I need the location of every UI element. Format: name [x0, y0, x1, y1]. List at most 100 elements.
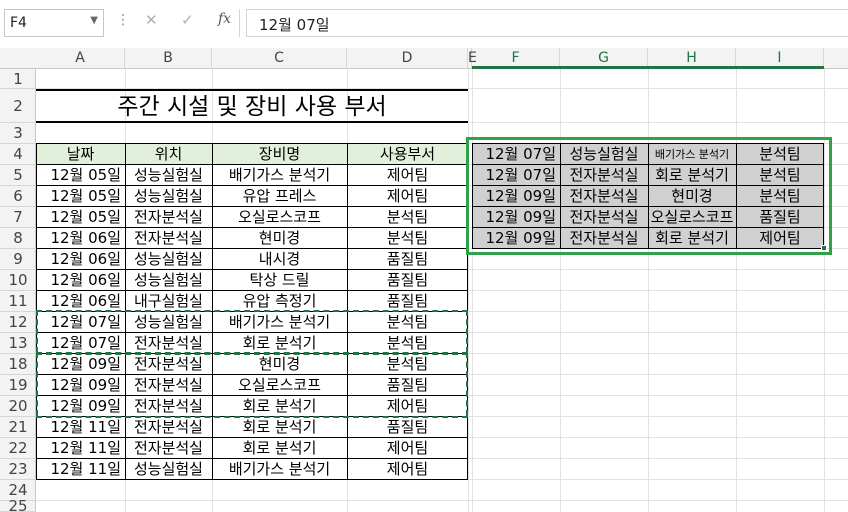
table-cell[interactable]: 전자분석실 [125, 354, 212, 375]
table-cell[interactable]: 제어팀 [347, 186, 468, 207]
row-header-13[interactable]: 13 [0, 333, 36, 354]
table-header-cell[interactable]: 위치 [125, 144, 212, 165]
table-cell[interactable]: 성능실험실 [125, 186, 212, 207]
row-header-6[interactable]: 6 [0, 186, 36, 207]
row-header-22[interactable]: 22 [0, 438, 36, 459]
table-cell[interactable]: 품질팀 [347, 417, 468, 438]
table-cell[interactable]: 회로 분석기 [212, 438, 347, 459]
row-header-19[interactable]: 19 [0, 375, 36, 396]
table-cell[interactable]: 12월 07일 [36, 333, 125, 354]
table-header-cell[interactable]: 날짜 [36, 144, 125, 165]
table-cell[interactable]: 탁상 드릴 [212, 270, 347, 291]
table-cell[interactable]: 전자분석실 [125, 228, 212, 249]
table-cell[interactable]: 배기가스 분석기 [212, 312, 347, 333]
cancel-icon[interactable]: ✕ [145, 11, 158, 29]
table-cell[interactable]: 12월 09일 [36, 354, 125, 375]
row-header-4[interactable]: 4 [0, 144, 36, 165]
table-cell[interactable]: 12월 05일 [36, 207, 125, 228]
table-cell[interactable]: 회로 분석기 [212, 333, 347, 354]
table-cell[interactable]: 품질팀 [347, 375, 468, 396]
table-cell[interactable]: 분석팀 [347, 207, 468, 228]
table-cell[interactable]: 제어팀 [347, 459, 468, 480]
pasted-cell[interactable]: 제어팀 [736, 228, 824, 249]
pasted-cell[interactable]: 전자분석실 [560, 228, 648, 249]
table-cell[interactable]: 12월 06일 [36, 291, 125, 312]
row-header-18[interactable]: 18 [0, 354, 36, 375]
table-cell[interactable]: 제어팀 [347, 438, 468, 459]
table-cell[interactable]: 회로 분석기 [212, 396, 347, 417]
table-cell[interactable]: 분석팀 [347, 333, 468, 354]
insert-function-icon[interactable]: fx [218, 11, 231, 27]
table-cell[interactable]: 배기가스 분석기 [212, 165, 347, 186]
table-cell[interactable]: 제어팀 [347, 165, 468, 186]
column-header-c[interactable]: C [212, 48, 347, 69]
table-cell[interactable]: 품질팀 [347, 270, 468, 291]
pasted-cell[interactable]: 전자분석실 [560, 207, 648, 228]
formula-input[interactable]: 12월 07일 [246, 9, 848, 37]
pasted-cell[interactable]: 오실로스코프 [648, 207, 736, 228]
table-cell[interactable]: 성능실험실 [125, 165, 212, 186]
column-header-b[interactable]: B [125, 48, 212, 69]
table-cell[interactable]: 오실로스코프 [212, 207, 347, 228]
table-cell[interactable]: 현미경 [212, 228, 347, 249]
row-header-23[interactable]: 23 [0, 459, 36, 480]
row-header-11[interactable]: 11 [0, 291, 36, 312]
pasted-cell[interactable]: 12월 09일 [472, 207, 560, 228]
table-header-cell[interactable]: 사용부서 [347, 144, 468, 165]
row-header-9[interactable]: 9 [0, 249, 36, 270]
table-cell[interactable]: 오실로스코프 [212, 375, 347, 396]
spreadsheet-grid[interactable]: ABCDEFGHI 1 2 3 4 5 6 7 8 9 10 11 12 13 18 19 20 21 22 23 2… [0, 48, 848, 512]
table-cell[interactable]: 현미경 [212, 354, 347, 375]
row-header-7[interactable]: 7 [0, 207, 36, 228]
name-box[interactable]: F4 ▼ [4, 9, 104, 37]
more-options-icon[interactable]: ⋮ [116, 12, 130, 28]
row-header-21[interactable]: 21 [0, 417, 36, 438]
table-header-cell[interactable]: 장비명 [212, 144, 347, 165]
pasted-cell[interactable]: 12월 09일 [472, 186, 560, 207]
table-cell[interactable]: 유압 프레스 [212, 186, 347, 207]
table-cell[interactable]: 품질팀 [347, 249, 468, 270]
pasted-cell[interactable]: 회로 분석기 [648, 165, 736, 186]
table-cell[interactable]: 12월 11일 [36, 438, 125, 459]
column-header-d[interactable]: D [347, 48, 468, 69]
row-header-25[interactable]: 25 [0, 499, 36, 512]
row-header-3[interactable]: 3 [0, 123, 36, 144]
pasted-cell[interactable]: 성능실험실 [560, 144, 648, 165]
pasted-cell[interactable]: 12월 07일 [472, 144, 560, 165]
table-cell[interactable]: 배기가스 분석기 [212, 459, 347, 480]
row-header-10[interactable]: 10 [0, 270, 36, 291]
pasted-cell[interactable]: 분석팀 [736, 144, 824, 165]
sheet-title[interactable]: 주간 시설 및 장비 사용 부서 [36, 92, 468, 122]
pasted-cell[interactable]: 12월 09일 [472, 228, 560, 249]
table-cell[interactable]: 회로 분석기 [212, 417, 347, 438]
table-cell[interactable]: 성능실험실 [125, 270, 212, 291]
table-cell[interactable]: 12월 05일 [36, 165, 125, 186]
table-cell[interactable]: 성능실험실 [125, 249, 212, 270]
table-cell[interactable]: 성능실험실 [125, 312, 212, 333]
table-cell[interactable]: 전자분석실 [125, 207, 212, 228]
column-header-a[interactable]: A [36, 48, 125, 69]
pasted-cell[interactable]: 분석팀 [736, 165, 824, 186]
enter-icon[interactable]: ✓ [181, 11, 194, 29]
pasted-cell[interactable]: 회로 분석기 [648, 228, 736, 249]
pasted-cell[interactable]: 배기가스 분석기 [648, 144, 736, 165]
fill-handle[interactable] [821, 245, 827, 251]
table-cell[interactable]: 전자분석실 [125, 333, 212, 354]
table-cell[interactable]: 12월 06일 [36, 270, 125, 291]
table-cell[interactable]: 전자분석실 [125, 438, 212, 459]
row-header-12[interactable]: 12 [0, 312, 36, 333]
table-cell[interactable]: 제어팀 [347, 396, 468, 417]
row-header-20[interactable]: 20 [0, 396, 36, 417]
table-cell[interactable]: 전자분석실 [125, 396, 212, 417]
table-cell[interactable]: 유압 측정기 [212, 291, 347, 312]
row-header-5[interactable]: 5 [0, 165, 36, 186]
pasted-cell[interactable]: 현미경 [648, 186, 736, 207]
table-cell[interactable]: 분석팀 [347, 312, 468, 333]
chevron-down-icon[interactable]: ▼ [90, 15, 98, 26]
table-cell[interactable]: 12월 09일 [36, 375, 125, 396]
table-cell[interactable]: 전자분석실 [125, 375, 212, 396]
table-cell[interactable]: 12월 07일 [36, 312, 125, 333]
table-cell[interactable]: 내시경 [212, 249, 347, 270]
row-header-1[interactable]: 1 [0, 69, 36, 89]
table-cell[interactable]: 내구실험실 [125, 291, 212, 312]
